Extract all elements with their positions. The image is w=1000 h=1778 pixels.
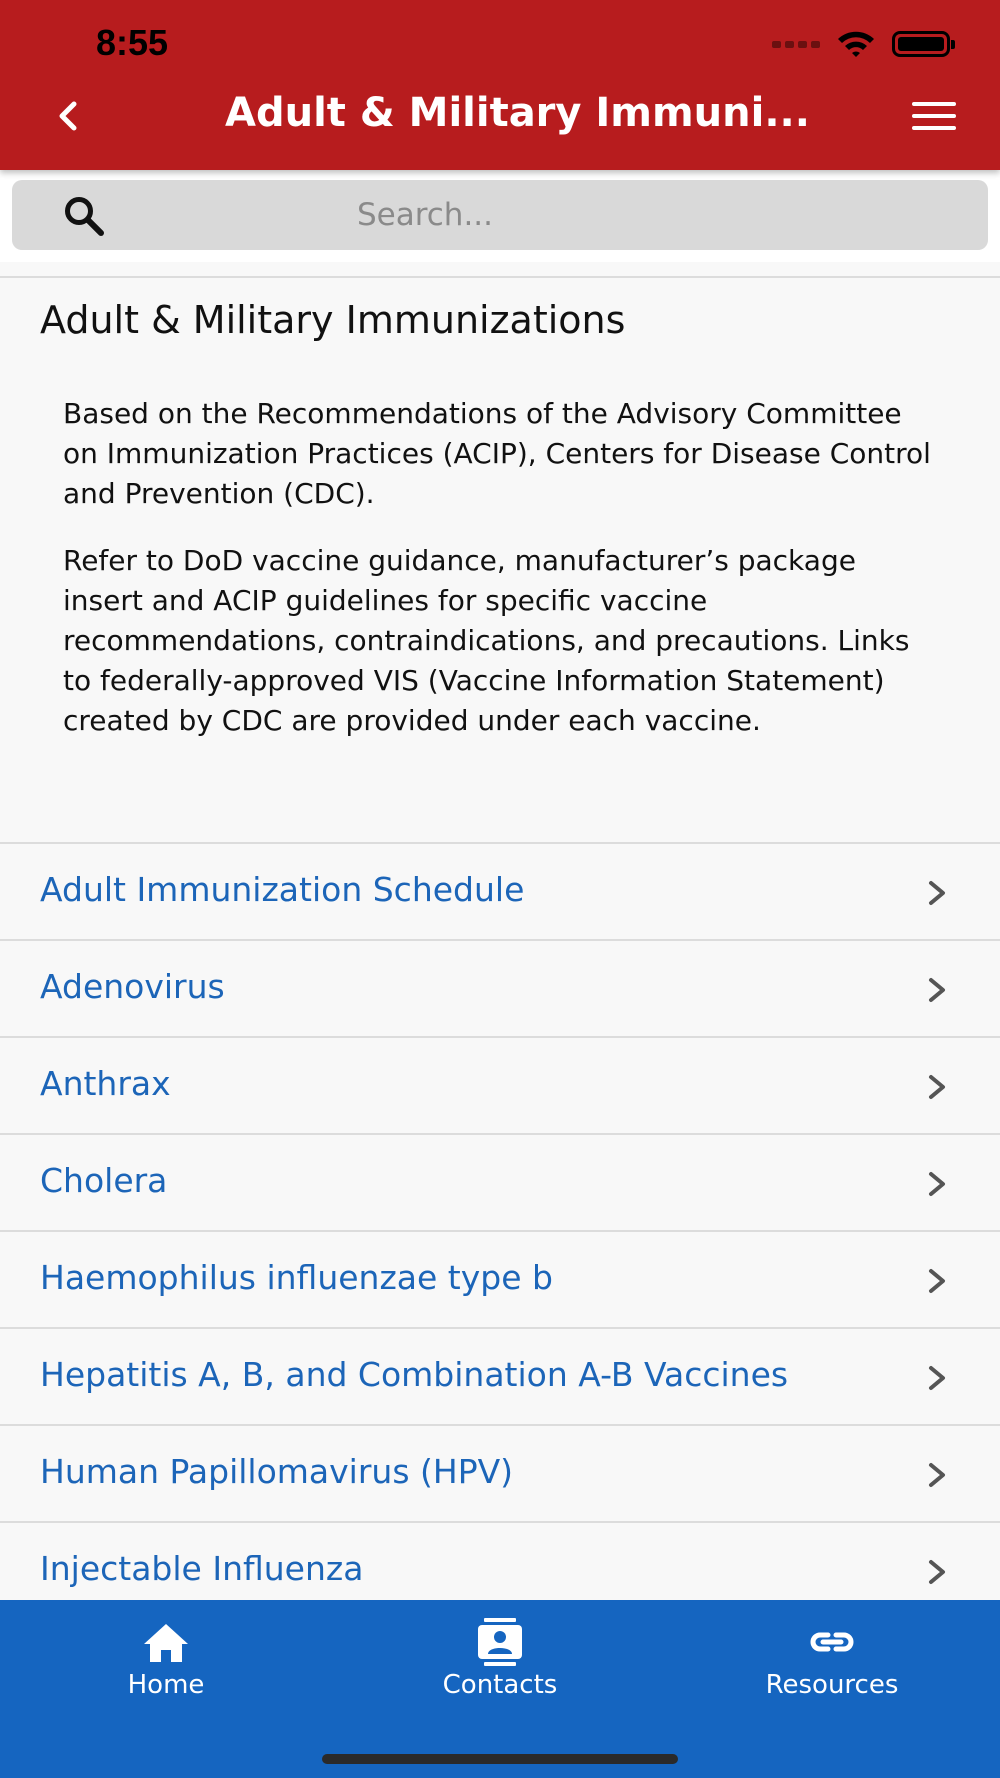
intro-paragraph: Based on the Recommendations of the Advi… <box>63 397 931 510</box>
list-item-adult-immunization-schedule[interactable]: Adult Immunization Schedule <box>0 842 1000 939</box>
link-icon <box>810 1632 854 1652</box>
list-item-label: Haemophilus influenzae type b <box>40 1258 553 1297</box>
menu-button[interactable] <box>910 98 958 134</box>
home-indicator <box>322 1754 678 1764</box>
page-title: Adult & Military Immunizations <box>40 298 626 342</box>
list-item-hpv[interactable]: Human Papillomavirus (HPV) <box>0 1424 1000 1521</box>
chevron-right-icon <box>929 1463 945 1487</box>
list-item-haemophilus-influenzae-type-b[interactable]: Haemophilus influenzae type b <box>0 1230 1000 1327</box>
chevron-right-icon <box>929 1560 945 1584</box>
chevron-right-icon <box>929 1366 945 1390</box>
chevron-right-icon <box>929 1269 945 1293</box>
list-item-label: Anthrax <box>40 1064 171 1103</box>
search-bar <box>0 170 1000 262</box>
list-item-label: Cholera <box>40 1161 168 1200</box>
list-item-label: Adenovirus <box>40 967 225 1006</box>
list-item-label: Hepatitis A, B, and Combination A-B Vacc… <box>40 1355 789 1394</box>
chevron-right-icon <box>929 1075 945 1099</box>
chevron-right-icon <box>929 881 945 905</box>
tab-home[interactable]: Home <box>56 1618 276 1718</box>
status-icons <box>772 28 955 60</box>
back-button[interactable] <box>44 92 92 140</box>
guidance-paragraph: Refer to DoD vaccine guidance, manufactu… <box>63 544 910 737</box>
menu-bar <box>912 114 956 118</box>
chevron-left-icon <box>59 101 77 131</box>
search-input[interactable] <box>132 180 718 250</box>
home-icon <box>144 1624 188 1662</box>
top-app-bar: 8:55 Adult & Military Immuni... <box>0 0 1000 170</box>
wifi-icon <box>838 31 874 57</box>
status-time: 8:55 <box>96 22 169 63</box>
battery-icon <box>892 31 955 57</box>
list-item-hepatitis[interactable]: Hepatitis A, B, and Combination A-B Vacc… <box>0 1327 1000 1424</box>
search-icon <box>65 197 104 236</box>
list-item-adenovirus[interactable]: Adenovirus <box>0 939 1000 1036</box>
tab-contacts[interactable]: Contacts <box>390 1618 610 1718</box>
menu-bar <box>912 126 956 130</box>
search-box[interactable] <box>12 180 988 250</box>
chevron-right-icon <box>929 1172 945 1196</box>
tab-label: Resources <box>765 1670 899 1700</box>
tab-label: Home <box>127 1670 205 1700</box>
list-item-anthrax[interactable]: Anthrax <box>0 1036 1000 1133</box>
vaccine-list: Adult Immunization Schedule Adenovirus A… <box>0 842 1000 1618</box>
chevron-right-icon <box>929 978 945 1002</box>
list-item-cholera[interactable]: Cholera <box>0 1133 1000 1230</box>
tab-label: Contacts <box>442 1670 558 1700</box>
nav-title: Adult & Military Immuni... <box>225 90 810 136</box>
tab-resources[interactable]: Resources <box>722 1618 942 1718</box>
contacts-icon <box>478 1618 522 1666</box>
list-item-label: Human Papillomavirus (HPV) <box>40 1452 514 1491</box>
list-item-label: Adult Immunization Schedule <box>40 870 525 909</box>
menu-bar <box>912 102 956 106</box>
cellular-signal-icon <box>772 40 820 48</box>
bottom-tab-bar: Home Contacts Resources <box>0 1600 1000 1778</box>
list-item-label: Injectable Influenza <box>40 1549 364 1588</box>
